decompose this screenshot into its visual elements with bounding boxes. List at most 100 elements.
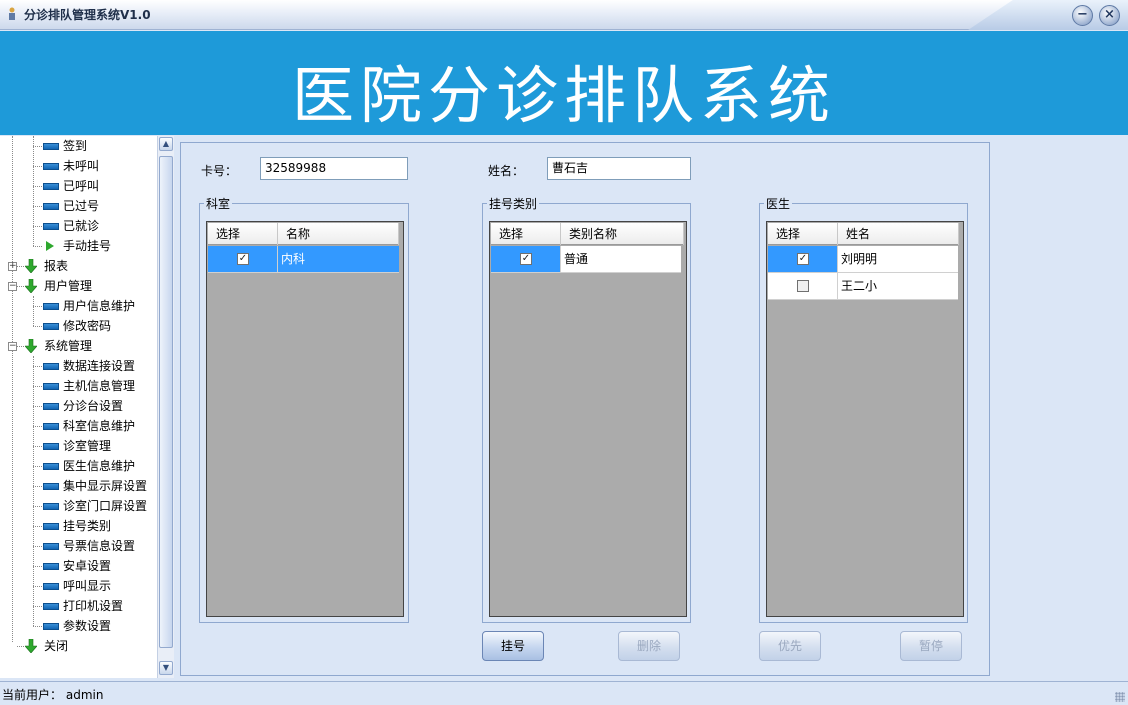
tree-connector (33, 566, 42, 567)
sidebar-item-top-0[interactable]: 签到 (0, 136, 157, 156)
sidebar-item-system-5[interactable]: 医生信息维护 (0, 456, 157, 476)
list-item-icon (43, 443, 59, 450)
close-button[interactable]: × (1099, 5, 1120, 26)
sidebar-item-system-8[interactable]: 挂号类别 (0, 516, 157, 536)
list-item-icon (43, 203, 59, 210)
tree-connector (33, 626, 42, 627)
tree-connector (33, 146, 42, 147)
list-item-icon (43, 303, 59, 310)
doctor-col-select[interactable]: 选择 (768, 223, 838, 245)
dept-col-select[interactable]: 选择 (208, 223, 278, 245)
sidebar-item-system-0[interactable]: 数据连接设置 (0, 356, 157, 376)
sidebar-item-top-4[interactable]: 已就诊 (0, 216, 157, 236)
list-item-icon (43, 383, 59, 390)
sidebar-item-system-1[interactable]: 主机信息管理 (0, 376, 157, 396)
sidebar-item-manual-register[interactable]: 手动挂号 (0, 236, 157, 256)
priority-button[interactable]: 优先 (759, 631, 821, 661)
sidebar-item-top-3[interactable]: 已过号 (0, 196, 157, 216)
sidebar-group-label: 报表 (44, 259, 69, 273)
sidebar-group-reports[interactable]: + 报表 (0, 256, 157, 276)
sidebar-item-system-3[interactable]: 科室信息维护 (0, 416, 157, 436)
sidebar-item-system-11[interactable]: 呼叫显示 (0, 576, 157, 596)
sidebar-item-label: 签到 (63, 139, 88, 153)
chevron-down-icon: ▼ (162, 663, 170, 672)
sidebar-item-top-1[interactable]: 未呼叫 (0, 156, 157, 176)
tree-connector (33, 406, 42, 407)
sidebar-item-system-7[interactable]: 诊室门口屏设置 (0, 496, 157, 516)
tree-connector (33, 386, 42, 387)
row-checkbox[interactable]: ✓ (237, 253, 249, 265)
doctor-grid-header: 选择 姓名 (768, 223, 959, 245)
sidebar-item-user-1[interactable]: 修改密码 (0, 316, 157, 336)
sidebar-item-label: 数据连接设置 (63, 359, 136, 373)
sidebar-item-label: 修改密码 (63, 319, 112, 333)
sidebar-item-label: 呼叫显示 (63, 579, 112, 593)
tree-connector (33, 506, 42, 507)
select-cell[interactable]: ✓ (208, 246, 278, 272)
name-input[interactable]: 曹石吉 (547, 157, 691, 180)
minimize-button[interactable]: − (1072, 5, 1093, 26)
regtype-col-name[interactable]: 类别名称 (561, 223, 684, 245)
sidebar-item-label: 已过号 (63, 199, 100, 213)
table-row[interactable]: ✓ 刘明明 (768, 246, 958, 273)
list-item-icon (43, 483, 59, 490)
regtype-grid[interactable]: 选择 类别名称 ✓ 普通 (489, 221, 687, 617)
sidebar-item-system-2[interactable]: 分诊台设置 (0, 396, 157, 416)
list-item-icon (43, 563, 59, 570)
regtype-name-cell: 普通 (564, 252, 589, 266)
doctor-grid[interactable]: 选择 姓名 ✓ 刘明明 王二小 (766, 221, 964, 617)
scroll-up-button[interactable]: ▲ (159, 137, 173, 151)
sidebar-scrollbar[interactable]: ▲ ▼ (157, 136, 174, 678)
current-user-status: 当前用户： admin (2, 686, 103, 703)
current-user-value: admin (65, 688, 104, 702)
collapse-icon[interactable]: − (8, 282, 17, 291)
row-checkbox[interactable] (797, 280, 809, 292)
select-cell[interactable] (768, 273, 838, 299)
table-row[interactable]: 王二小 (768, 273, 958, 300)
table-row[interactable]: ✓ 内科 (208, 246, 399, 273)
card-label: 卡号： (201, 164, 238, 178)
sidebar-item-label: 分诊台设置 (63, 399, 124, 413)
tree-connector (33, 466, 42, 467)
green-arrow-icon (25, 259, 37, 273)
collapse-icon[interactable]: − (8, 342, 17, 351)
tree-connector (33, 446, 42, 447)
resize-grip[interactable] (1115, 692, 1125, 702)
table-row[interactable]: ✓ 普通 (491, 246, 681, 273)
sidebar-item-top-2[interactable]: 已呼叫 (0, 176, 157, 196)
main-panel: 卡号： 32589988 姓名： 曹石吉 科室 选择 名称 ✓ 内科 挂号类别 … (180, 142, 990, 676)
sidebar-item-system-10[interactable]: 安卓设置 (0, 556, 157, 576)
sidebar-group-close[interactable]: 关闭 (0, 636, 157, 656)
sidebar-item-system-12[interactable]: 打印机设置 (0, 596, 157, 616)
regtype-col-select[interactable]: 选择 (491, 223, 561, 245)
register-button[interactable]: 挂号 (482, 631, 544, 661)
tree-connector (33, 226, 42, 227)
sidebar-group-system[interactable]: − 系统管理 (0, 336, 157, 356)
sidebar-item-label: 已就诊 (63, 219, 100, 233)
sidebar-item-system-9[interactable]: 号票信息设置 (0, 536, 157, 556)
card-input[interactable]: 32589988 (260, 157, 408, 180)
dept-col-name[interactable]: 名称 (278, 223, 399, 245)
regtype-grid-header: 选择 类别名称 (491, 223, 684, 245)
sidebar: 签到未呼叫 已呼叫已过号已就诊手动挂号 + 报表 − 用户管理 用户信息维护修改密码 − 系统管… (0, 136, 174, 678)
scroll-down-button[interactable]: ▼ (159, 661, 173, 675)
delete-button[interactable]: 删除 (618, 631, 680, 661)
expand-icon[interactable]: + (8, 262, 17, 271)
pause-button[interactable]: 暂停 (900, 631, 962, 661)
sidebar-group-users[interactable]: − 用户管理 (0, 276, 157, 296)
list-item-icon (43, 623, 59, 630)
tree-connector (17, 286, 24, 287)
sidebar-item-user-0[interactable]: 用户信息维护 (0, 296, 157, 316)
sidebar-item-system-6[interactable]: 集中显示屏设置 (0, 476, 157, 496)
row-checkbox[interactable]: ✓ (520, 253, 532, 265)
row-checkbox[interactable]: ✓ (797, 253, 809, 265)
dept-grid[interactable]: 选择 名称 ✓ 内科 (206, 221, 404, 617)
scroll-thumb[interactable] (159, 156, 173, 648)
tree-connector (33, 606, 42, 607)
status-bar: 当前用户： admin (0, 681, 1128, 705)
select-cell[interactable]: ✓ (491, 246, 561, 272)
doctor-col-name[interactable]: 姓名 (838, 223, 959, 245)
sidebar-item-system-4[interactable]: 诊室管理 (0, 436, 157, 456)
select-cell[interactable]: ✓ (768, 246, 838, 272)
sidebar-item-system-13[interactable]: 参数设置 (0, 616, 157, 636)
